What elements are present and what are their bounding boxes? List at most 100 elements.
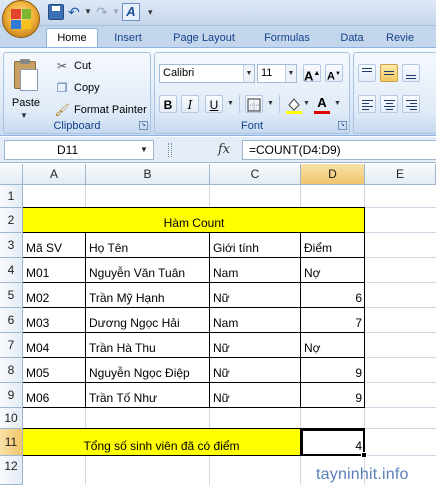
tab-data[interactable]: Data — [332, 30, 372, 48]
table-cell[interactable]: Nữ — [210, 333, 301, 358]
table-cell[interactable]: M04 — [23, 333, 86, 358]
table-cell[interactable]: 6 — [301, 283, 365, 308]
column-header-e[interactable]: E — [365, 164, 436, 185]
redo-icon[interactable]: ↷ — [96, 4, 112, 20]
font-color-dropdown-icon[interactable]: ▼ — [334, 95, 341, 113]
row-header-2[interactable]: 2 — [0, 208, 23, 233]
row-header-10[interactable]: 10 — [0, 408, 23, 429]
table-cell[interactable]: 9 — [301, 383, 365, 408]
row-header-5[interactable]: 5 — [0, 283, 23, 308]
undo-icon[interactable]: ↶ — [68, 4, 84, 20]
formula-input[interactable]: =COUNT(D4:D9) — [242, 140, 436, 160]
name-box-dropdown-icon[interactable]: ▼ — [140, 141, 148, 159]
table-cell[interactable]: Nam — [210, 258, 301, 283]
fill-color-icon[interactable] — [285, 95, 303, 114]
font-size-dropdown-icon[interactable]: ▼ — [285, 65, 296, 82]
header-cell-ma-sv[interactable]: Mã SV — [23, 233, 86, 258]
clipboard-launcher-icon[interactable]: ↘ — [139, 121, 148, 130]
row-header-8[interactable]: 8 — [0, 358, 23, 383]
grow-font-icon[interactable]: A▲ — [303, 64, 321, 83]
align-center-icon[interactable] — [380, 95, 398, 113]
office-button[interactable] — [2, 0, 40, 38]
align-middle-icon[interactable] — [380, 64, 398, 82]
customize-toolbar-icon[interactable]: ▾ — [148, 4, 164, 20]
bold-button[interactable]: B — [159, 95, 177, 113]
summary-label-cell[interactable]: Tổng số sinh viên đã có điểm — [23, 429, 300, 456]
table-cell[interactable]: 7 — [301, 308, 365, 333]
redo-dropdown-icon[interactable]: ▼ — [112, 4, 120, 20]
align-bottom-icon[interactable] — [402, 64, 420, 82]
row-header-11[interactable]: 11 — [0, 429, 23, 456]
align-left-icon[interactable] — [358, 95, 376, 113]
row-header-1[interactable]: 1 — [0, 185, 23, 208]
name-box[interactable]: D11 — [4, 140, 154, 160]
cut-button[interactable]: ✂ Cut — [54, 57, 91, 75]
tab-home[interactable]: Home — [46, 28, 98, 49]
row-header-9[interactable]: 9 — [0, 383, 23, 408]
insert-function-icon[interactable]: fx — [218, 140, 230, 160]
align-right-icon[interactable] — [402, 95, 420, 113]
align-top-icon[interactable] — [358, 64, 376, 82]
table-cell[interactable]: Nguyễn Văn Tuân — [86, 258, 210, 283]
row-header-12[interactable]: 12 — [0, 456, 23, 485]
row-header-4[interactable]: 4 — [0, 258, 23, 283]
quick-access-custom-icon[interactable]: A — [122, 3, 140, 21]
header-cell-ho-ten[interactable]: Họ Tên — [86, 233, 210, 258]
table-cell[interactable]: M03 — [23, 308, 86, 333]
header-cell-gioi-tinh[interactable]: Giới tính — [210, 233, 301, 258]
font-family-value: Calibri — [163, 67, 195, 79]
table-cell[interactable]: M05 — [23, 358, 86, 383]
column-header-a[interactable]: A — [23, 164, 86, 185]
italic-button[interactable]: I — [181, 95, 199, 113]
undo-dropdown-icon[interactable]: ▼ — [84, 4, 92, 20]
save-icon[interactable] — [48, 4, 64, 20]
table-cell[interactable]: Trần Hà Thu — [86, 333, 210, 358]
fill-color-dropdown-icon[interactable]: ▼ — [303, 95, 310, 113]
table-cell[interactable]: Nữ — [210, 283, 301, 308]
font-size-select[interactable]: 11 ▼ — [257, 64, 297, 83]
column-header-d[interactable]: D — [301, 164, 365, 185]
format-painter-button[interactable]: 🖌 Format Painter — [54, 101, 146, 119]
tab-review[interactable]: Revie — [386, 30, 436, 48]
table-cell[interactable]: Nguyễn Ngọc Điệp — [86, 358, 210, 383]
borders-icon[interactable] — [245, 95, 263, 113]
tab-formulas[interactable]: Formulas — [255, 30, 319, 48]
borders-dropdown-icon[interactable]: ▼ — [267, 95, 274, 113]
fill-handle[interactable] — [361, 452, 367, 458]
paste-dropdown-icon[interactable]: ▼ — [20, 111, 28, 120]
font-launcher-icon[interactable]: ↘ — [338, 121, 347, 130]
worksheet-grid[interactable]: A B C D E 1 2 3 4 5 6 7 8 9 10 11 12 Hàm — [0, 164, 436, 485]
table-cell[interactable]: M02 — [23, 283, 86, 308]
table-cell[interactable]: M01 — [23, 258, 86, 283]
table-cell[interactable]: Nữ — [210, 383, 301, 408]
table-cell[interactable]: Dương Ngọc Hải — [86, 308, 210, 333]
table-cell[interactable]: Nữ — [210, 358, 301, 383]
table-cell[interactable]: M06 — [23, 383, 86, 408]
underline-button[interactable]: U — [205, 95, 223, 113]
formula-bar-splitter[interactable] — [168, 143, 172, 157]
header-cell-diem[interactable]: Điểm — [301, 233, 365, 258]
column-header-b[interactable]: B — [86, 164, 210, 185]
column-header-c[interactable]: C — [210, 164, 301, 185]
row-header-7[interactable]: 7 — [0, 333, 23, 358]
table-cell[interactable]: Nợ — [301, 258, 365, 283]
row-header-3[interactable]: 3 — [0, 233, 23, 258]
font-family-dropdown-icon[interactable]: ▼ — [243, 65, 254, 82]
tab-page-layout[interactable]: Page Layout — [165, 30, 243, 48]
table-cell[interactable]: Trần Mỹ Hạnh — [86, 283, 210, 308]
table-cell[interactable]: Trần Tố Như — [86, 383, 210, 408]
copy-button[interactable]: ❐ Copy — [54, 79, 100, 97]
row-header-6[interactable]: 6 — [0, 308, 23, 333]
underline-dropdown-icon[interactable]: ▼ — [227, 95, 234, 113]
paste-button[interactable]: Paste — [8, 97, 44, 109]
font-family-select[interactable]: Calibri ▼ — [159, 64, 255, 83]
select-all-corner[interactable] — [0, 164, 23, 185]
sheet-title-cell[interactable]: Hàm Count — [23, 208, 365, 233]
tab-insert[interactable]: Insert — [104, 30, 152, 48]
font-color-icon[interactable]: A — [313, 95, 331, 114]
paste-icon[interactable] — [12, 59, 40, 93]
shrink-font-icon[interactable]: A▼ — [325, 64, 343, 83]
table-cell[interactable]: 9 — [301, 358, 365, 383]
table-cell[interactable]: Nam — [210, 308, 301, 333]
table-cell[interactable]: Nợ — [301, 333, 365, 358]
